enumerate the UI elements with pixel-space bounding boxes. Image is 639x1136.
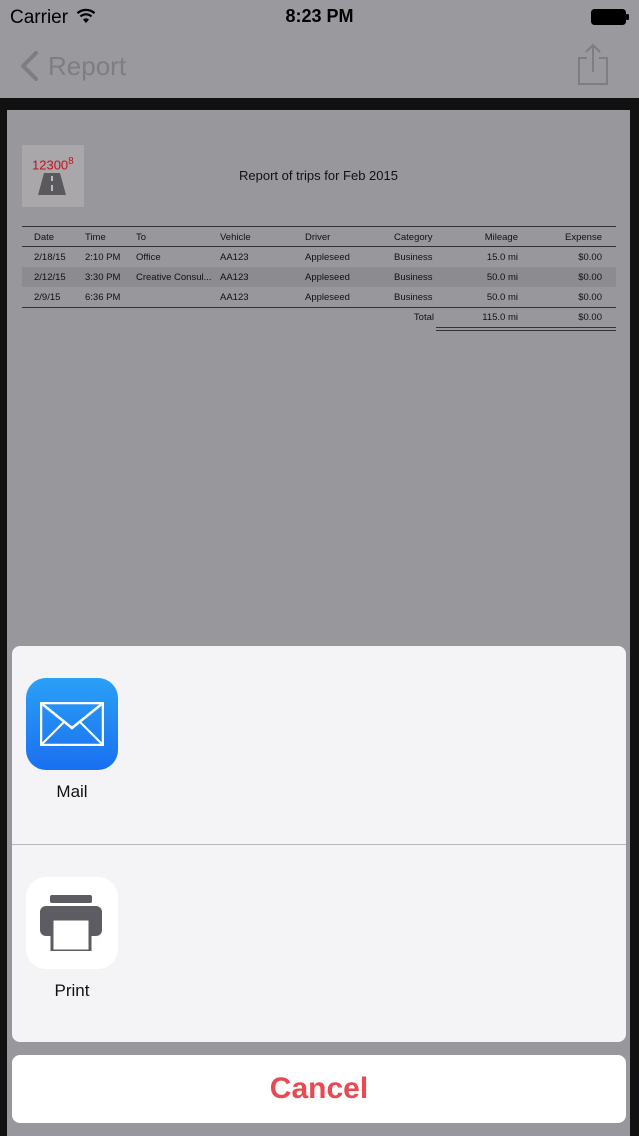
table-cell: 50.0 mi (486, 272, 518, 283)
total-expense: $0.00 (578, 312, 602, 323)
table-header-row: Date Time To Vehicle Driver Category Mil… (22, 226, 616, 247)
table-row: 2/9/15 6:36 PM AA123 Appleseed Business … (22, 287, 616, 307)
table-cell: $0.00 (578, 272, 602, 283)
table-total-row: Total 115.0 mi $0.00 (22, 307, 616, 327)
table-cell: 2/9/15 (34, 292, 61, 303)
table-cell: Appleseed (305, 272, 350, 283)
total-divider (22, 307, 616, 308)
report-table: Date Time To Vehicle Driver Category Mil… (22, 226, 616, 331)
table-cell: AA123 (220, 292, 249, 303)
column-header: Mileage (484, 232, 518, 243)
clock: 8:23 PM (285, 6, 354, 26)
table-cell: AA123 (220, 272, 249, 283)
navigation-bar: Report (0, 40, 639, 98)
table-cell: Business (394, 272, 433, 283)
status-bar: Carrier 8:23 PM (0, 0, 639, 40)
total-label: Total (413, 312, 434, 323)
table-cell: AA123 (220, 252, 249, 263)
mail-label[interactable]: Mail (12, 782, 132, 802)
table-cell: Appleseed (305, 292, 350, 303)
back-button[interactable]: Report (48, 51, 126, 82)
column-header: Time (85, 232, 106, 243)
table-row: 2/18/15 2:10 PM Office AA123 Appleseed B… (22, 247, 616, 267)
table-cell: Creative Consul... (136, 272, 212, 283)
share-icon[interactable] (577, 42, 609, 86)
share-sheet: Mail Print (12, 646, 626, 1042)
cancel-button[interactable]: Cancel (12, 1055, 626, 1123)
table-row: 2/12/15 3:30 PM Creative Consul... AA123… (22, 267, 616, 287)
printer-icon (40, 895, 102, 951)
table-cell: 50.0 mi (486, 292, 518, 303)
total-double-underline (436, 327, 616, 331)
sheet-divider (12, 844, 626, 845)
print-label[interactable]: Print (12, 981, 132, 1001)
table-cell: $0.00 (578, 292, 602, 303)
column-header: Category (394, 232, 433, 243)
chevron-left-icon[interactable] (18, 51, 40, 81)
table-cell: Appleseed (305, 252, 350, 263)
table-cell: Office (136, 252, 161, 263)
report-title: Report of trips for Feb 2015 (239, 168, 398, 183)
preview-frame-left (0, 98, 7, 1136)
column-header: Expense (565, 232, 602, 243)
table-cell: 3:30 PM (85, 272, 121, 283)
table-cell: 2/12/15 (34, 272, 66, 283)
table-cell: 6:36 PM (85, 292, 121, 303)
column-header: To (136, 232, 147, 243)
column-header: Driver (305, 232, 331, 243)
column-header: Date (34, 232, 55, 243)
table-cell: Business (394, 292, 433, 303)
column-header: Vehicle (220, 232, 251, 243)
mail-app-tile[interactable] (26, 678, 118, 770)
preview-frame-right (630, 98, 639, 1136)
mail-icon (40, 702, 104, 746)
print-app-tile[interactable] (26, 877, 118, 969)
table-cell: 2/18/15 (34, 252, 66, 263)
table-cell: Business (394, 252, 433, 263)
preview-frame-top (0, 98, 639, 110)
table-cell: 15.0 mi (486, 252, 518, 263)
total-mileage: 115.0 mi (482, 312, 518, 323)
table-cell: $0.00 (578, 252, 602, 263)
table-cell: 2:10 PM (85, 252, 121, 263)
battery-icon (591, 9, 629, 25)
